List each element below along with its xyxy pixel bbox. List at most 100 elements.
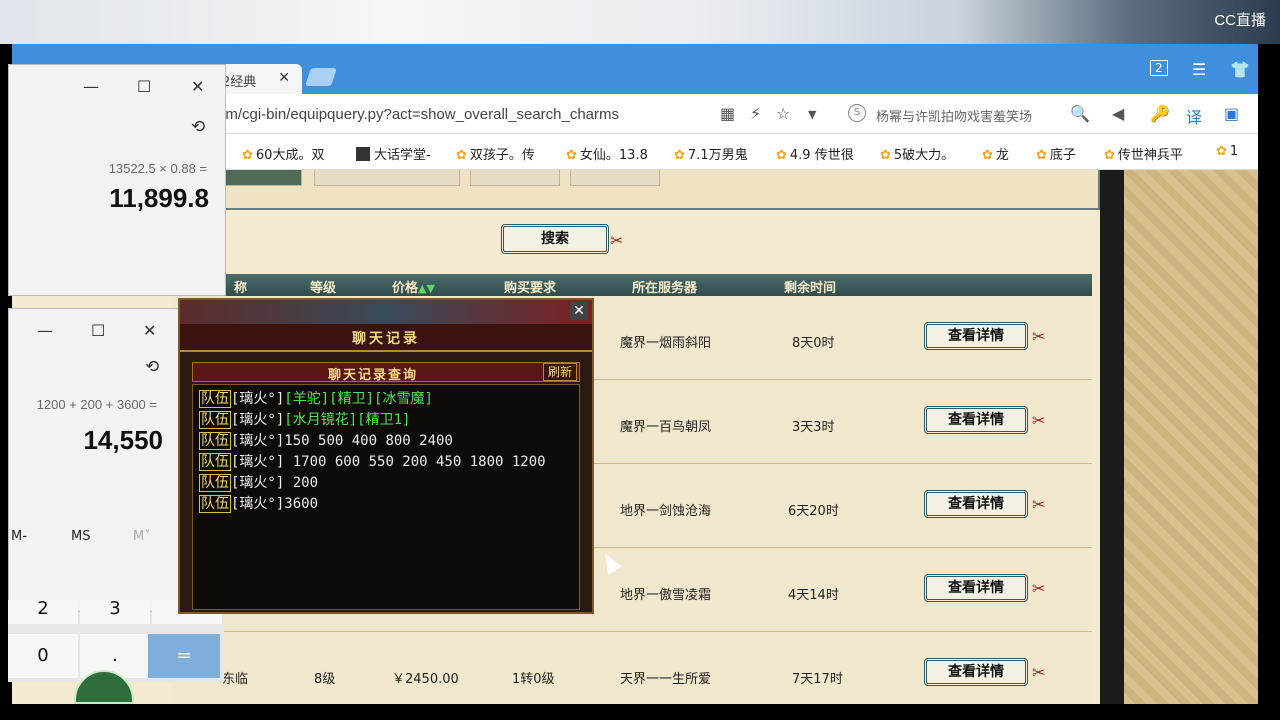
maximize-icon[interactable]: ☐ [91,321,105,340]
view-details-button[interactable]: 查看详情 [924,490,1028,518]
history-icon[interactable]: ⟲ [145,357,159,377]
extension-icon[interactable]: ◀ [1112,104,1124,123]
key-equals[interactable]: = [148,634,220,678]
filter-button[interactable] [314,170,460,186]
sort-arrows-icon[interactable]: ▲▼ [418,282,435,295]
table-header: 称 等级 价格▲▼ 购买要求 所在服务器 剩余时间 [172,274,1092,296]
url-field[interactable]: om/cgi-bin/equipquery.py?act=show_overal… [217,106,619,123]
team-tag: 队伍 [199,495,231,513]
key-icon[interactable]: 🔑 [1150,104,1170,123]
ribbon-icon: ✂ [1032,495,1046,514]
view-details-button[interactable]: 查看详情 [924,658,1028,686]
filter-button[interactable] [570,170,660,186]
bookmark-item[interactable]: ✿ 60大成。双 [242,144,324,163]
bookmark-item[interactable]: ✿ 4.9 传世很 [776,144,854,163]
chat-subtitle: 聊天记录查询 [327,368,418,383]
chat-title-bar: 聊天记录 [180,324,592,352]
chat-message: 队伍 [璃火°] 200 [199,474,319,492]
menu-icon[interactable]: ☰ [1192,60,1206,79]
bookmark-item[interactable]: ✿ 7.1万男鬼 [674,144,748,163]
right-decor-panel [1100,170,1258,704]
view-details-button[interactable]: 查看详情 [924,406,1028,434]
maximize-icon[interactable]: ☐ [137,77,151,96]
time-cell: 4天14时 [788,588,839,603]
team-tag: 队伍 [199,453,231,471]
team-tag: 队伍 [199,474,231,492]
bookmark-favicon [356,147,370,161]
bookmark-star-icon: ✿ [776,148,787,163]
calc-result: 11,899.8 [109,183,209,213]
chat-query-bar: 聊天记录查询 刷新 [192,362,580,383]
bookmark-star-icon: ✿ [566,148,577,163]
filter-panel [212,170,1100,210]
star-icon[interactable]: ☆ [776,104,790,123]
col-requirement: 购买要求 [504,281,557,296]
key-3[interactable]: 3 [80,600,150,624]
chat-message: 队伍 [璃火°]3600 [199,495,319,513]
chevron-down-icon[interactable]: ▼ [808,108,816,121]
time-cell: 8天0时 [792,336,835,351]
refresh-button[interactable]: 刷新 [542,363,577,381]
key-2[interactable]: 2 [8,600,78,624]
history-icon[interactable]: ⟲ [191,117,205,137]
close-icon[interactable]: ✕ [143,321,156,340]
bookmark-star-icon: ✿ [242,148,253,163]
new-tab-button[interactable] [305,68,337,86]
search-text: 杨幂与许凯拍吻戏害羞笑场 [876,110,1033,125]
memory-minus-button[interactable]: M- [11,529,27,544]
search-button[interactable]: 搜索 [501,224,609,254]
bookmark-item[interactable]: ✿ 女仙。13.8 [566,144,648,163]
key-0[interactable]: 0 [8,634,78,678]
bookmark-star-icon: ✿ [1104,148,1115,163]
col-time: 剩余时间 [784,281,837,296]
team-tag: 队伍 [199,411,231,429]
bookmark-star-icon: ✿ [1216,144,1227,159]
filter-button[interactable] [222,170,302,186]
minimize-icon[interactable]: — [37,321,53,340]
chat-title: 聊天记录 [352,331,420,347]
desktop-wallpaper [0,0,1280,44]
server-cell: 天界一一生所爱 [620,672,712,687]
bookmark-item[interactable]: ✿ 底子 [1036,144,1076,163]
time-cell: 6天20时 [788,504,839,519]
decor-pattern [1124,170,1258,704]
bookmark-item[interactable]: ✿ 5破大力。 [880,144,954,163]
skin-icon[interactable]: 👕 [1230,60,1250,79]
col-price[interactable]: 价格▲▼ [392,277,435,296]
translate-icon[interactable]: 译 [1186,104,1202,128]
chat-log-dialog: ✕ 聊天记录 聊天记录查询 刷新 队伍 [璃火°][羊驼][精卫][冰雪魔] 队伍… [178,298,594,614]
close-icon[interactable]: ✕ [191,77,204,96]
filter-button[interactable] [470,170,560,186]
minimize-icon[interactable]: — [83,77,99,96]
server-cell: 魔界一百鸟朝凤 [620,420,712,435]
tab-close-icon[interactable]: ✕ [278,70,290,86]
tab-count-icon[interactable]: 2 [1150,60,1168,76]
ribbon-icon: ✂ [1032,327,1046,346]
chat-message: 队伍 [璃火°] 1700 600 550 200 450 1800 1200 [199,453,546,471]
team-tag: 队伍 [199,432,231,450]
bookmark-item[interactable]: 大话学堂- [356,144,431,163]
stream-logo: CC直播 [1214,12,1266,29]
qr-icon[interactable]: ▦ [720,104,735,123]
memory-store-button[interactable]: MS [71,529,90,544]
requirement-cell: 1转0级 [512,672,555,687]
lightning-icon[interactable]: ⚡ [750,104,761,123]
bookmark-item[interactable]: ✿ 1 [1216,144,1238,159]
view-details-button[interactable]: 查看详情 [924,322,1028,350]
ribbon-icon: ✂ [1032,411,1046,430]
time-cell: 3天3时 [792,420,835,435]
search-icon[interactable]: 🔍 [1070,104,1090,123]
bookmark-item[interactable]: ✿ 龙 [982,144,1009,163]
screenshot-icon[interactable]: ▣ [1224,104,1239,123]
bookmark-item[interactable]: ✿ 双孩子。传 [456,144,535,163]
bookmark-star-icon: ✿ [982,148,993,163]
view-details-button[interactable]: 查看详情 [924,574,1028,602]
calc-expression: 1200 + 200 + 3600 = [36,397,157,412]
bookmark-star-icon: ✿ [880,148,891,163]
calculator-window: — ☐ ✕ ⟲ 13522.5 × 0.88 = 11,899.8 [8,64,226,296]
search-input[interactable]: S 杨幂与许凯拍吻戏害羞笑场 [842,102,1092,126]
bookmark-item[interactable]: ✿ 传世神兵平 [1104,144,1183,163]
close-icon[interactable]: ✕ [570,302,588,320]
memory-menu-button[interactable]: M˅ [133,529,151,544]
chat-message: 队伍 [璃火°]150 500 400 800 2400 [199,432,453,450]
